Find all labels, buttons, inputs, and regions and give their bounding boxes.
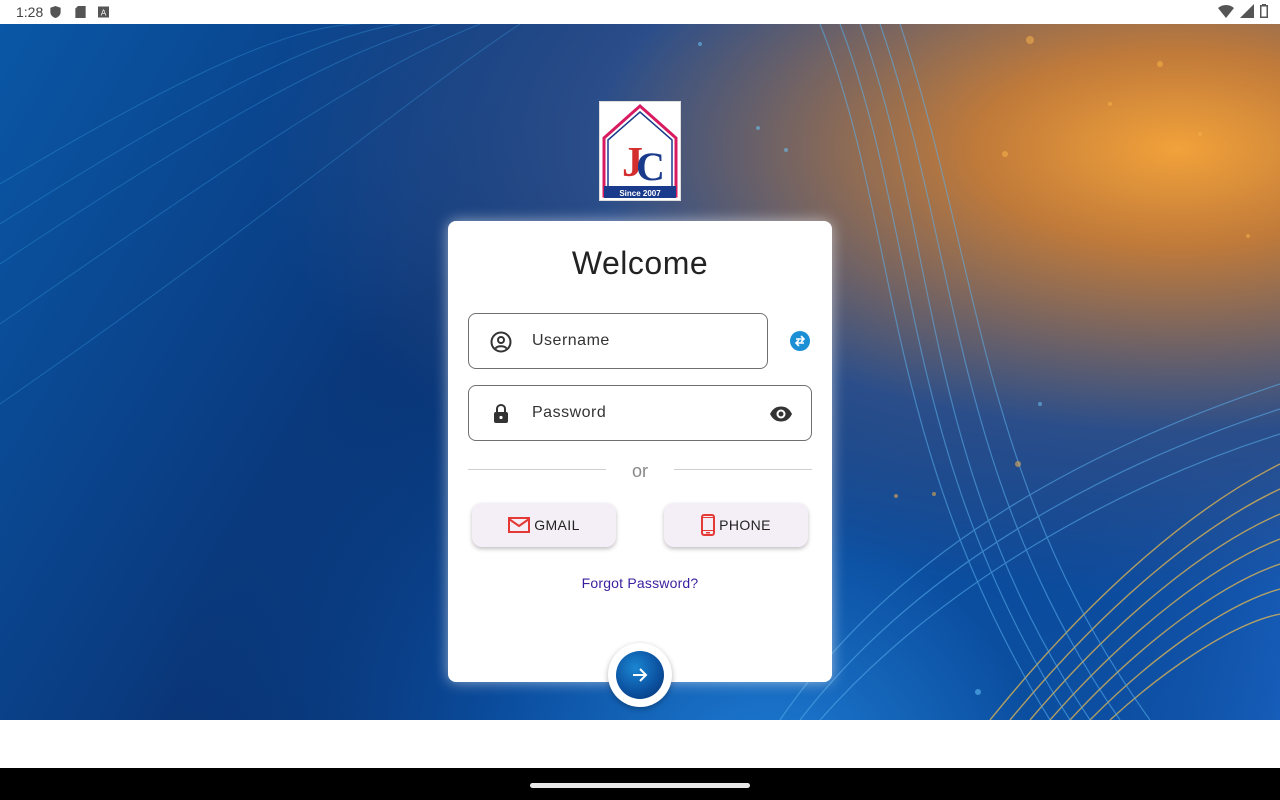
submit-login-button[interactable] xyxy=(616,651,664,699)
bottom-strip xyxy=(0,720,1280,768)
password-field[interactable]: Password xyxy=(468,385,812,441)
swap-icon xyxy=(794,335,806,347)
password-placeholder: Password xyxy=(532,404,607,421)
signal-icon xyxy=(1240,4,1254,18)
submit-button-ring xyxy=(608,643,672,707)
gmail-login-button[interactable]: GMAIL xyxy=(472,503,616,547)
status-right-icons xyxy=(1218,4,1268,18)
login-card: Welcome Username Password or GMAIL PHONE… xyxy=(448,221,832,682)
wifi-icon xyxy=(1218,5,1234,18)
divider-right xyxy=(674,469,812,470)
phone-label: PHONE xyxy=(719,517,771,533)
arrow-right-icon xyxy=(633,668,648,682)
home-gesture-handle[interactable] xyxy=(530,783,750,788)
font-a-icon: A xyxy=(98,6,109,18)
logo-tagline: Since 2007 xyxy=(619,189,661,198)
divider-or-text: or xyxy=(631,461,648,481)
svg-text:C: C xyxy=(636,144,665,189)
gmail-label: GMAIL xyxy=(534,517,580,533)
account-circle-icon xyxy=(490,331,512,353)
mail-icon xyxy=(508,517,531,533)
logo-emblem: J C xyxy=(602,103,678,198)
battery-icon xyxy=(1260,4,1268,18)
lock-icon xyxy=(494,403,508,423)
shield-icon xyxy=(50,6,61,18)
status-time: 1:28 xyxy=(16,4,44,20)
svg-text:A: A xyxy=(101,9,107,18)
phone-login-button[interactable]: PHONE xyxy=(664,503,808,547)
swap-login-type-button[interactable] xyxy=(790,331,810,351)
username-field[interactable]: Username xyxy=(468,313,768,369)
eye-icon[interactable] xyxy=(769,402,793,426)
status-bar: 1:28 A xyxy=(0,0,1280,24)
sim-card-icon xyxy=(75,6,86,18)
company-logo: J C Since 2007 xyxy=(599,101,681,201)
username-placeholder: Username xyxy=(532,332,610,349)
forgot-password-link[interactable]: Forgot Password? xyxy=(448,575,832,591)
welcome-title: Welcome xyxy=(571,245,709,281)
smartphone-icon xyxy=(701,514,716,536)
